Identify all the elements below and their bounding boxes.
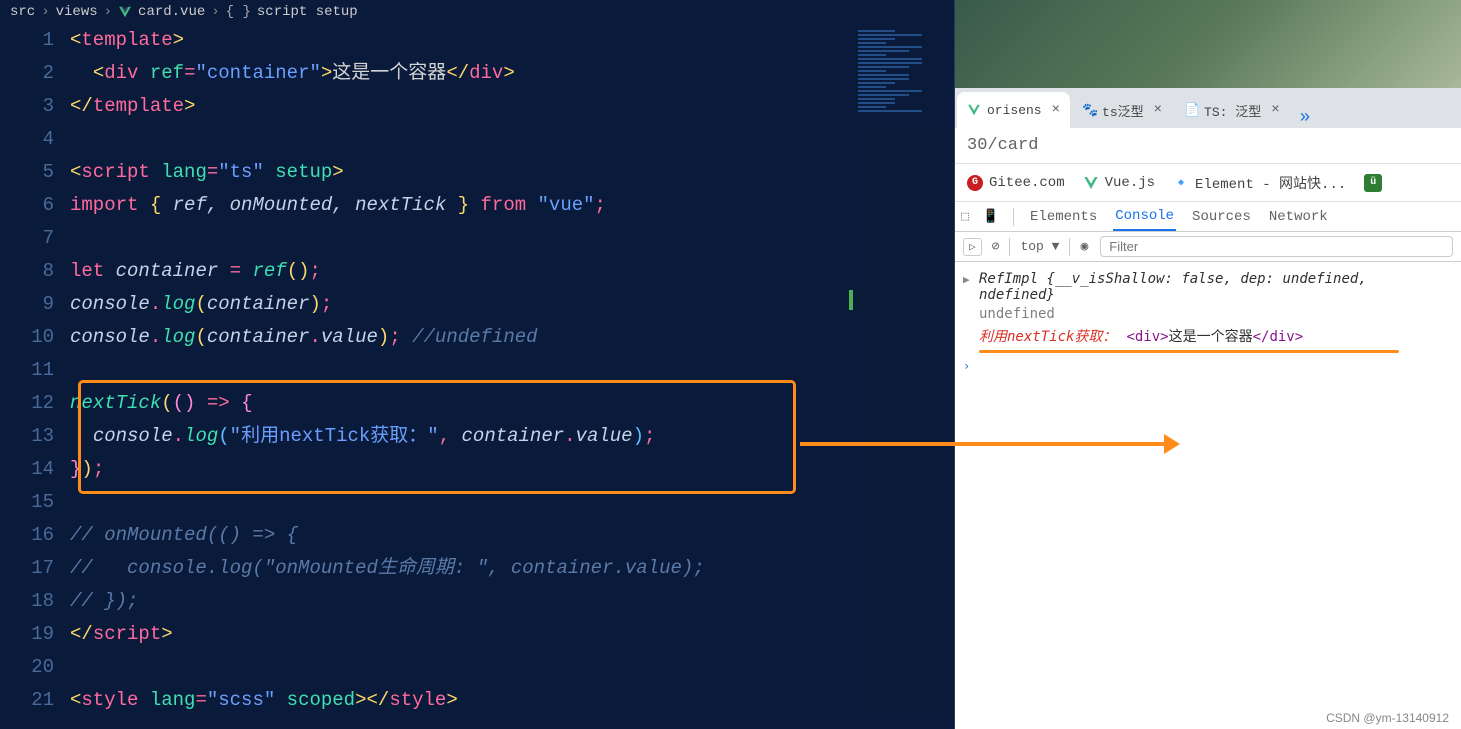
line-number-gutter: 1 2 3 4 5 6 7 8 9 10 11 12 13 14 15 16 1… — [0, 24, 70, 729]
bookmark-gitee[interactable]: GGitee.com — [967, 175, 1065, 191]
code-editor[interactable]: 1 2 3 4 5 6 7 8 9 10 11 12 13 14 15 16 1… — [0, 24, 954, 729]
console-prompt-icon[interactable]: › — [963, 353, 1453, 373]
console-toolbar: ▷ ⊘ top ▼ ◉ — [955, 232, 1461, 262]
console-output: ▶ RefImpl {__v_isShallow: false, dep: un… — [955, 262, 1461, 379]
eye-icon[interactable]: ◉ — [1080, 239, 1088, 254]
tab-label: TS: 泛型 — [1204, 101, 1261, 120]
gitee-icon: G — [967, 175, 983, 191]
expand-tabs-icon[interactable]: » — [1292, 108, 1319, 128]
console-line-object[interactable]: ▶ RefImpl {__v_isShallow: false, dep: un… — [963, 268, 1453, 306]
url-text: 30/card — [967, 136, 1038, 155]
tab-label: ts泛型 — [1102, 101, 1144, 120]
breadcrumb[interactable]: src views card.vue { } script setup — [0, 0, 954, 24]
breadcrumb-src[interactable]: src — [10, 4, 35, 20]
minimap[interactable] — [854, 26, 954, 716]
browser-devtools-panel: orisens × 🐾 ts泛型 × 📄 TS: 泛型 × » 30/card … — [955, 0, 1461, 729]
divider — [1069, 238, 1070, 256]
vue-icon — [1083, 175, 1099, 191]
expand-icon[interactable]: ▶ — [963, 271, 975, 286]
element-icon: ◆ — [1173, 175, 1189, 191]
console-message: 利用nextTick获取： — [979, 326, 1116, 346]
braces-icon: { } — [226, 4, 251, 20]
page-header-image — [955, 0, 1461, 88]
chevron-right-icon — [41, 4, 49, 20]
tab-elements[interactable]: Elements — [1028, 204, 1099, 230]
breadcrumb-views[interactable]: views — [56, 4, 98, 20]
close-icon[interactable]: × — [1154, 102, 1162, 118]
watermark: CSDN @ym-13140912 — [1326, 711, 1449, 725]
chevron-right-icon — [211, 4, 219, 20]
breadcrumb-symbol[interactable]: script setup — [257, 4, 358, 20]
vue-icon — [118, 5, 132, 19]
tab-label: orisens — [987, 103, 1042, 118]
breadcrumb-file[interactable]: card.vue — [138, 4, 205, 20]
close-icon[interactable]: × — [1271, 102, 1279, 118]
site-icon: 📄 — [1184, 103, 1198, 117]
code-content[interactable]: <template> <div ref="container">这是一个容器</… — [70, 24, 954, 729]
url-bar[interactable]: 30/card — [955, 128, 1461, 164]
baidu-icon: 🐾 — [1082, 103, 1096, 117]
code-editor-panel: src views card.vue { } script setup 1 2 … — [0, 0, 955, 729]
device-icon[interactable]: 📱 — [983, 209, 999, 224]
git-gutter-indicator — [849, 290, 853, 310]
clear-icon[interactable]: ⊘ — [992, 239, 1000, 254]
bookmark-other[interactable]: ü — [1364, 174, 1382, 192]
devtools-tab-bar: ⬚ 📱 Elements Console Sources Network — [955, 202, 1461, 232]
annotation-arrow — [800, 442, 1170, 446]
filter-input[interactable] — [1100, 236, 1453, 257]
close-icon[interactable]: × — [1052, 102, 1060, 118]
bookmarks-bar: GGitee.com Vue.js ◆Element - 网站快... ü — [955, 164, 1461, 202]
browser-tab[interactable]: 🐾 ts泛型 × — [1072, 92, 1172, 128]
bookmark-element[interactable]: ◆Element - 网站快... — [1173, 173, 1346, 193]
console-line-highlight: 利用nextTick获取： <div>这是一个容器</div> — [963, 322, 1453, 350]
browser-tab-active[interactable]: orisens × — [957, 92, 1070, 128]
play-icon[interactable]: ▷ — [963, 238, 982, 256]
tab-console[interactable]: Console — [1113, 203, 1176, 231]
context-selector[interactable]: top ▼ — [1020, 239, 1059, 254]
browser-tab-strip: orisens × 🐾 ts泛型 × 📄 TS: 泛型 × » — [955, 88, 1461, 128]
vue-icon — [967, 103, 981, 117]
site-icon: ü — [1364, 174, 1382, 192]
divider — [1009, 238, 1010, 256]
tab-sources[interactable]: Sources — [1190, 204, 1253, 230]
divider — [1013, 208, 1014, 226]
tab-network[interactable]: Network — [1267, 204, 1330, 230]
chevron-right-icon — [104, 4, 112, 20]
browser-tab[interactable]: 📄 TS: 泛型 × — [1174, 92, 1290, 128]
bookmark-vue[interactable]: Vue.js — [1083, 175, 1155, 191]
inspect-icon[interactable]: ⬚ — [961, 209, 969, 224]
console-line-undefined: undefined — [963, 306, 1453, 322]
